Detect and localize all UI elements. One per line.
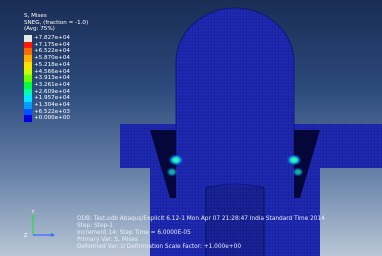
info-increment: Increment 14: Step Time = 6.0000E-05 [77, 230, 191, 236]
legend-value: +5.218e+04 [34, 61, 70, 68]
legend-sneg: SNEG, (fraction = -1.0) [24, 19, 89, 26]
legend-swatch [24, 68, 32, 76]
legend-entry: +4.566e+04 [24, 68, 88, 76]
triad-y-label: Y [31, 210, 36, 216]
legend-entry: +7.175e+04 [24, 41, 88, 49]
legend-value: +1.304e+04 [34, 101, 70, 108]
legend-entry: +7.827e+04 [24, 35, 88, 42]
legend-avg: (Avg: 75%) [24, 26, 55, 33]
legend-swatch [24, 108, 32, 116]
legend-swatch [24, 41, 32, 49]
legend-value: +3.261e+04 [34, 81, 70, 88]
contour-legend: S, Mises SNEG, (fraction = -1.0) (Avg: 7… [24, 13, 89, 123]
legend-entry: +3.261e+04 [24, 81, 88, 89]
legend-value: +0.000e+00 [34, 115, 70, 122]
legend-entry: +1.304e+04 [24, 101, 88, 109]
legend-value: +4.566e+04 [34, 68, 70, 75]
legend-scale: +7.827e+04 +7.175e+04 +6.522e+04 +5.870e+04… [24, 35, 88, 123]
legend-value: +3.913e+04 [34, 75, 70, 82]
abaqus-viewport[interactable]: S, Mises SNEG, (fraction = -1.0) (Avg: 7… [0, 0, 382, 256]
legend-swatch [24, 48, 32, 56]
stress-hotspot-left [168, 154, 184, 166]
legend-entry: +6.522e+04 [24, 48, 88, 56]
legend-value: +6.522e+03 [34, 108, 70, 115]
info-odb: ODB: Test.odb Abaqus/Explicit 6.12-1 Mon… [77, 216, 325, 222]
legend-entry: +3.913e+04 [24, 75, 88, 82]
legend-swatch [24, 35, 32, 42]
legend-value: +7.827e+04 [34, 35, 70, 42]
legend-swatch [24, 61, 32, 69]
legend-swatch [24, 75, 32, 82]
legend-value: +5.870e+04 [34, 55, 70, 62]
axis-triad: Y Z [24, 210, 55, 239]
punch-head [176, 8, 294, 168]
legend-entry: +0.000e+00 [24, 115, 88, 123]
info-deformed-var: Deformed Var: U Deformation Scale Factor… [77, 244, 242, 250]
legend-value: +2.609e+04 [34, 88, 70, 95]
legend-swatch [24, 115, 32, 123]
legend-value: +1.957e+04 [34, 95, 70, 102]
triad-z-label: Z [24, 233, 28, 239]
info-primary-var: Primary Var: S, Mises [77, 237, 138, 243]
legend-title: S, Mises [24, 13, 47, 19]
legend-entry: +5.218e+04 [24, 61, 88, 69]
legend-value: +6.522e+04 [34, 48, 70, 55]
legend-swatch [24, 81, 32, 89]
legend-entry: +1.957e+04 [24, 95, 88, 102]
stress-hotspot-right [286, 154, 302, 166]
legend-swatch [24, 101, 32, 109]
legend-swatch [24, 55, 32, 62]
legend-swatch [24, 88, 32, 96]
legend-swatch [24, 95, 32, 102]
odb-info-block: ODB: Test.odb Abaqus/Explicit 6.12-1 Mon… [77, 216, 325, 251]
legend-value: +7.175e+04 [34, 41, 70, 48]
legend-entry: +2.609e+04 [24, 88, 88, 96]
legend-entry: +5.870e+04 [24, 55, 88, 62]
legend-entry: +6.522e+03 [24, 108, 88, 116]
info-step: Step: Step-1 [77, 223, 113, 229]
